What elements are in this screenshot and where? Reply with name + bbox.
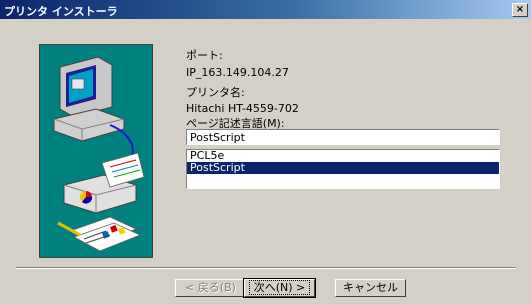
- pdl-listbox[interactable]: PCL5e PostScript: [186, 149, 500, 189]
- pdl-input[interactable]: PostScript: [186, 129, 500, 145]
- close-button[interactable]: ×: [512, 3, 528, 17]
- cancel-button[interactable]: キャンセル: [335, 279, 406, 297]
- window-title: プリンタ インストーラ: [4, 5, 118, 18]
- close-icon: ×: [515, 4, 525, 15]
- title-bar[interactable]: プリンタ インストーラ ×: [0, 0, 531, 19]
- back-button[interactable]: < 戻る(B): [175, 279, 246, 297]
- computer-icon: [53, 56, 125, 142]
- printer-name-value: Hitachi HT-4559-702: [186, 102, 299, 115]
- printer-name-label: プリンタ名:: [186, 86, 245, 99]
- next-button-label: 次へ(N) >: [248, 280, 311, 295]
- installer-illustration: [39, 44, 153, 258]
- next-button[interactable]: 次へ(N) >: [243, 278, 316, 298]
- printer-icon: [63, 152, 145, 214]
- port-value: IP_163.149.104.27: [186, 66, 289, 79]
- documents-icon: [57, 216, 142, 252]
- button-separator: [16, 267, 516, 269]
- port-label: ポート:: [186, 49, 223, 62]
- pdl-option-postscript[interactable]: PostScript: [187, 162, 499, 174]
